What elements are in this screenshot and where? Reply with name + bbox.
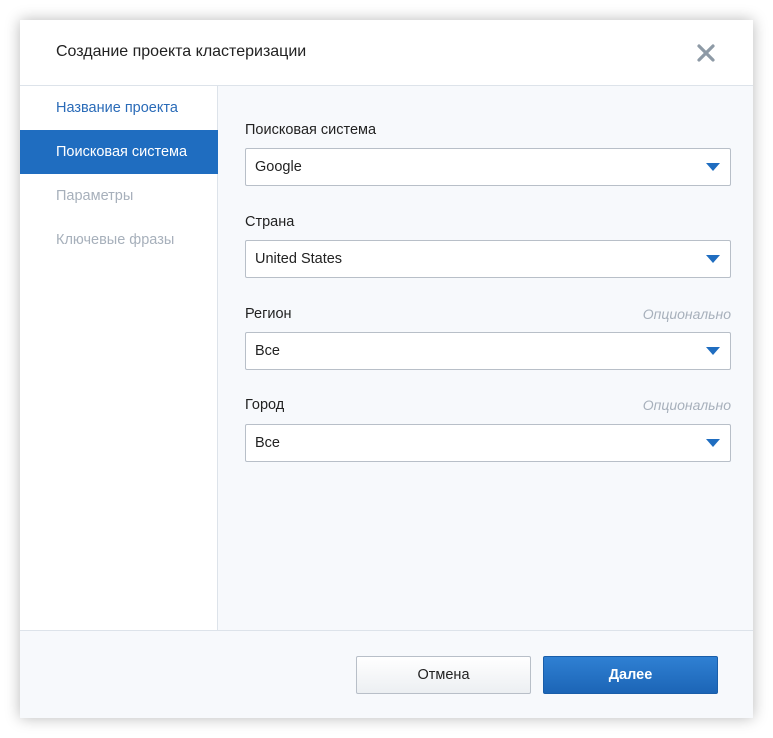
city-select[interactable]: Все [245, 424, 731, 462]
search-engine-select[interactable]: Google [245, 148, 731, 186]
region-label: Регион [245, 306, 292, 322]
dialog-header: Создание проекта кластеризации [20, 20, 753, 86]
city-optional-hint: Опционально [642, 397, 731, 413]
dialog-title: Создание проекта кластеризации [56, 43, 307, 60]
wizard-steps-sidebar: Название проекта Поисковая система Парам… [20, 86, 218, 630]
city-label: Город [245, 397, 285, 413]
country-label: Страна [245, 214, 295, 230]
chevron-down-icon [706, 255, 720, 263]
country-value: United States [255, 251, 343, 267]
close-button[interactable] [695, 42, 717, 64]
dialog-footer: Отмена Далее [20, 630, 753, 718]
chevron-down-icon [706, 347, 720, 355]
region-optional-hint: Опционально [642, 306, 731, 322]
region-select[interactable]: Все [245, 332, 731, 370]
sidebar-item-project-name[interactable]: Название проекта [20, 86, 218, 130]
country-select[interactable]: United States [245, 240, 731, 278]
search-engine-value: Google [255, 159, 302, 175]
chevron-down-icon [706, 163, 720, 171]
close-icon [697, 44, 715, 62]
cancel-button[interactable]: Отмена [356, 656, 531, 694]
sidebar-item-parameters[interactable]: Параметры [20, 174, 218, 218]
dialog: Создание проекта кластеризации Название … [20, 20, 753, 718]
chevron-down-icon [706, 439, 720, 447]
next-button[interactable]: Далее [543, 656, 718, 694]
sidebar-item-key-phrases[interactable]: Ключевые фразы [20, 218, 218, 262]
region-value: Все [255, 343, 280, 359]
sidebar-item-search-engine[interactable]: Поисковая система [20, 130, 218, 174]
city-value: Все [255, 435, 280, 451]
search-engine-label: Поисковая система [245, 122, 377, 138]
